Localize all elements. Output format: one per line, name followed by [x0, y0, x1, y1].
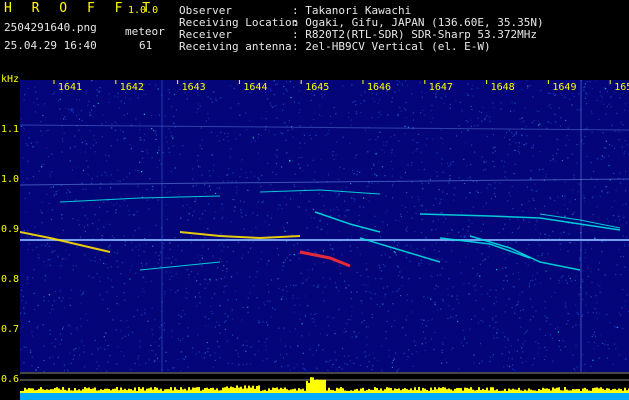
capture-datetime: 25.04.29 16:40 — [4, 39, 97, 52]
meteor-label: meteor — [125, 25, 165, 38]
x-tick-label: 1648 — [491, 82, 515, 93]
x-tick-label: 1649 — [552, 82, 576, 93]
x-tick-label: 1647 — [429, 82, 453, 93]
spectrogram-canvas: 1641 1642 1643 1644 1645 1646 1647 1648 1649 1650 — [20, 80, 629, 400]
x-tick-label: 1644 — [243, 82, 267, 93]
x-tick-label: 1643 — [182, 82, 206, 93]
y-tick-label: 0.9 — [1, 224, 20, 235]
y-tick-label: 0.6 — [1, 374, 20, 385]
x-tick-label: 1642 — [120, 82, 144, 93]
antenna-value: : 2el-HB9CV Vertical (el. E-W) — [292, 40, 491, 53]
y-tick-label: 0.8 — [1, 274, 20, 285]
spectrogram: 1641 1642 1643 1644 1645 1646 1647 1648 1649 1650 — [20, 80, 629, 400]
x-tick-label: 1641 — [58, 82, 82, 93]
x-tick-label: 1646 — [367, 82, 391, 93]
y-tick-label: 1.1 — [1, 124, 20, 135]
y-axis-unit: kHz — [1, 74, 20, 85]
header-panel: H R O F F T 1.0.0 2504291640.png meteor … — [0, 0, 629, 75]
y-tick-label: 0.7 — [1, 324, 20, 335]
antenna-label: Receiving antenna — [179, 40, 292, 53]
app-version: 1.0.0 — [128, 5, 159, 16]
image-filename: 2504291640.png — [4, 21, 97, 34]
level-meter-base — [20, 393, 629, 400]
meteor-count: 61 — [139, 39, 153, 52]
x-tick-label: 1645 — [305, 82, 329, 93]
x-tick-label: 1650 — [614, 82, 629, 93]
y-tick-label: 1.0 — [1, 174, 20, 185]
